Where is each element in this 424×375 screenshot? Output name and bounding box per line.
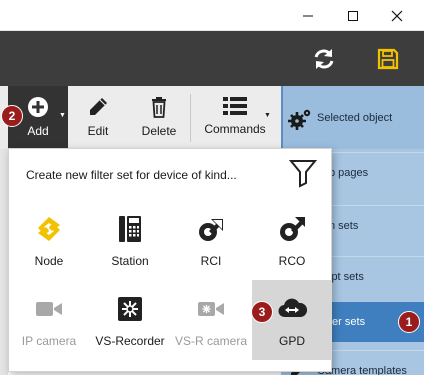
tile-vs-recorder[interactable]: VS-Recorder	[90, 280, 170, 360]
refresh-icon	[314, 49, 334, 69]
commands-dropdown-caret-icon: ▼	[264, 112, 271, 119]
app-header	[0, 31, 424, 86]
ip-camera-icon	[36, 302, 62, 316]
tile-label: Station	[111, 254, 149, 268]
add-dropdown-caret-icon: ▼	[59, 112, 66, 119]
tile-label: RCO	[278, 254, 306, 268]
tile-rco[interactable]: RCO	[252, 200, 332, 280]
minimize-button[interactable]	[288, 0, 328, 31]
plus-circle-icon	[28, 97, 48, 117]
delete-label: Delete	[141, 124, 177, 138]
window-title-bar	[0, 0, 424, 31]
panel-item-label: ter sets	[329, 316, 366, 328]
station-icon	[119, 216, 141, 242]
step-badge-2: 2	[1, 105, 23, 127]
maximize-icon	[348, 10, 358, 21]
save-icon	[377, 48, 399, 70]
rco-icon	[280, 217, 305, 241]
pencil-icon	[90, 98, 107, 115]
commands-button[interactable]: Commands ▼	[196, 86, 274, 149]
commands-label: Commands	[204, 122, 266, 136]
panel-item-selected-object[interactable]: Selected object	[281, 86, 424, 149]
gear-icon	[288, 109, 311, 130]
minimize-icon	[303, 15, 313, 16]
funnel-icon	[288, 160, 318, 188]
list-icon	[223, 97, 247, 115]
panel-item-label: ipt sets	[329, 270, 364, 283]
left-panel-edge	[0, 149, 8, 375]
tile-label: RCI	[200, 254, 222, 268]
panel-item-label: p pages	[329, 166, 369, 179]
tile-label: VS-Recorder	[95, 334, 165, 348]
tile-label: IP camera	[21, 334, 77, 348]
tile-node[interactable]: Node	[9, 200, 89, 280]
popup-title: Create new filter set for device of kind…	[26, 168, 237, 182]
tile-label: GPD	[278, 334, 305, 348]
tile-vs-r-camera[interactable]: VS-R camera	[171, 280, 251, 360]
rci-icon	[199, 219, 223, 241]
toolbar-separator	[190, 94, 191, 142]
panel-item-label: Selected object	[317, 111, 393, 124]
gpd-icon	[278, 298, 307, 318]
delete-button[interactable]: Delete	[133, 86, 185, 149]
trash-icon	[152, 97, 166, 118]
close-icon	[391, 10, 403, 21]
tile-label: VS-R camera	[174, 334, 248, 348]
maximize-button[interactable]	[333, 0, 373, 31]
node-icon	[38, 217, 60, 241]
refresh-button[interactable]	[310, 45, 338, 73]
edit-label: Edit	[87, 124, 109, 138]
step-badge-1: 1	[398, 311, 420, 333]
step-badge-3: 3	[251, 301, 273, 323]
vs-r-camera-icon	[198, 302, 224, 316]
device-kind-popup: Create new filter set for device of kind…	[8, 148, 332, 372]
close-button[interactable]	[377, 0, 417, 31]
add-label: Add	[27, 124, 49, 138]
filter-button[interactable]	[288, 158, 318, 191]
tile-rci[interactable]: RCI	[171, 200, 251, 280]
vs-recorder-icon	[118, 297, 142, 321]
tile-label: Node	[34, 254, 64, 268]
save-button[interactable]	[374, 45, 402, 73]
edit-button[interactable]: Edit	[72, 86, 124, 149]
tile-ip-camera[interactable]: IP camera	[9, 280, 89, 360]
panel-item-label: n sets	[329, 219, 359, 232]
tile-station[interactable]: Station	[90, 200, 170, 280]
